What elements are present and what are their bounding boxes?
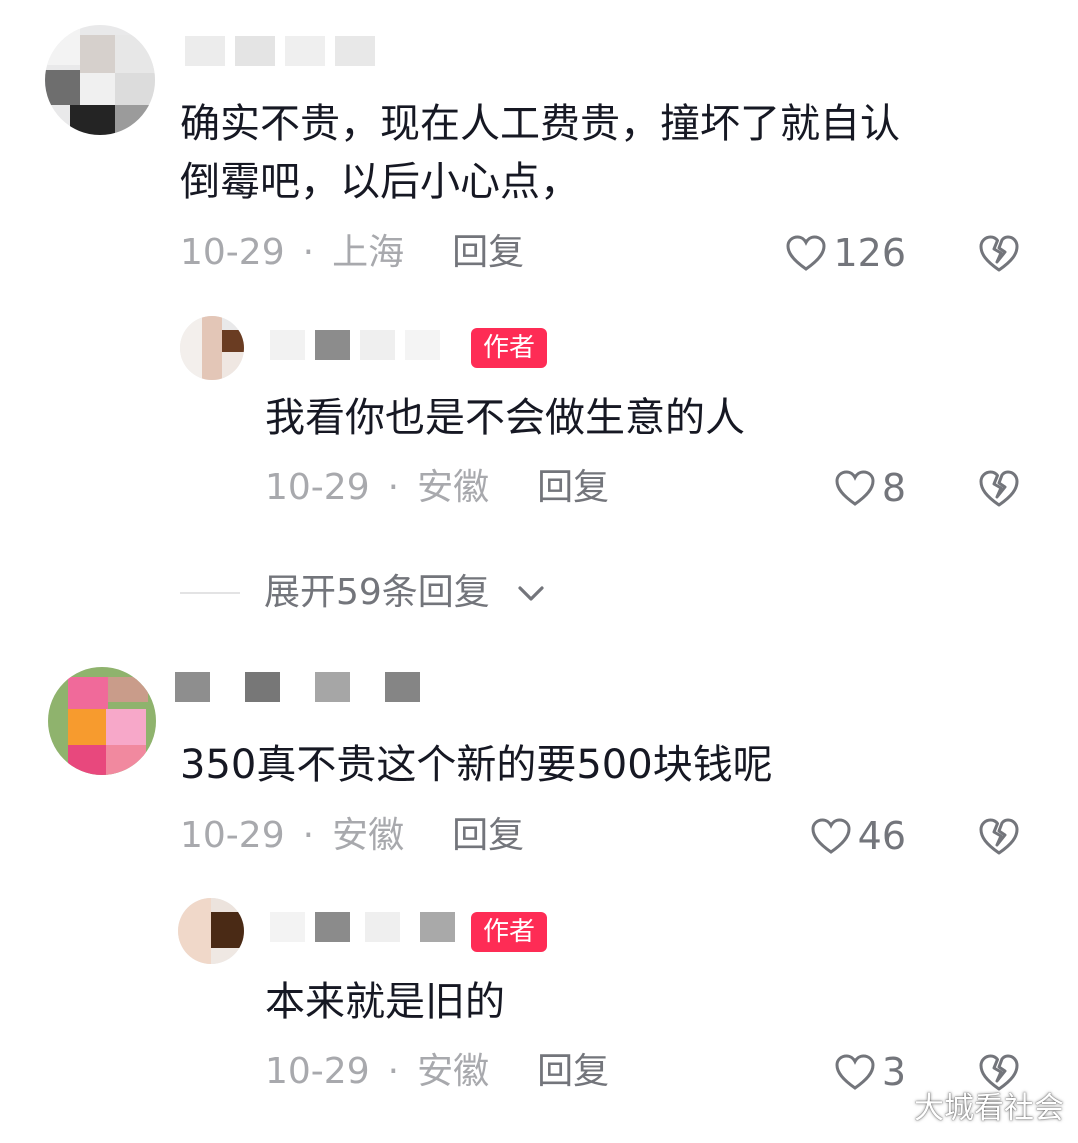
expand-replies-button[interactable]: 展开59条回复 <box>180 566 600 620</box>
expand-replies-label: 展开59条回复 <box>264 572 490 613</box>
like-count: 3 <box>881 1050 906 1094</box>
author-badge: 作者 <box>471 912 548 952</box>
reply-item: 作者 本来就是旧的 10-29 · 安徽 回复 3 <box>0 890 1078 1120</box>
avatar[interactable] <box>45 25 155 135</box>
comment-text: 确实不贵，现在人工费贵，撞坏了就自认 倒霉吧，以后小心点， <box>180 101 900 205</box>
comment-date: 10-29 <box>265 1051 370 1092</box>
heart-outline-icon <box>835 1054 875 1090</box>
comment-location: 上海 <box>332 232 405 273</box>
heart-outline-icon <box>811 818 851 854</box>
separator-dot: · <box>387 467 400 508</box>
comment-location: 安徽 <box>417 467 490 508</box>
reply-button[interactable]: 回复 <box>537 1047 609 1097</box>
chevron-down-icon <box>518 586 544 601</box>
author-avatar[interactable] <box>178 898 244 964</box>
comment-date: 10-29 <box>180 815 285 856</box>
comment-text: 本来就是旧的 <box>265 979 505 1025</box>
comment-meta: 10-29 · 安徽 回复 <box>265 463 609 513</box>
heart-outline-icon <box>835 470 875 506</box>
reply-item: 作者 我看你也是不会做生意的人 10-29 · 安徽 回复 8 <box>0 300 1078 530</box>
like-button[interactable]: 3 <box>834 1047 906 1097</box>
comment-meta: 10-29 · 上海 回复 <box>180 228 524 278</box>
author-avatar[interactable] <box>180 316 244 380</box>
watermark: 大城看社会 <box>914 1091 1064 1126</box>
separator-dot: · <box>302 232 315 273</box>
like-button[interactable]: 8 <box>834 463 906 513</box>
username-obscured[interactable] <box>270 912 460 942</box>
broken-heart-icon[interactable] <box>978 467 1020 509</box>
comment-text: 我看你也是不会做生意的人 <box>265 395 745 441</box>
comment-location: 安徽 <box>332 815 405 856</box>
comment-location: 安徽 <box>417 1051 490 1092</box>
broken-heart-icon[interactable] <box>978 815 1020 857</box>
separator-dot: · <box>387 1051 400 1092</box>
like-button[interactable]: 126 <box>785 228 906 278</box>
reply-button[interactable]: 回复 <box>452 811 524 861</box>
reply-button[interactable]: 回复 <box>452 228 524 278</box>
comment-date: 10-29 <box>180 232 285 273</box>
like-count: 8 <box>881 466 906 510</box>
broken-heart-icon[interactable] <box>978 232 1020 274</box>
like-button[interactable]: 46 <box>810 811 906 861</box>
heart-outline-icon <box>786 235 826 271</box>
comment-list: 确实不贵，现在人工费贵，撞坏了就自认 倒霉吧，以后小心点， 10-29 · 上海 回复… <box>0 0 1078 1143</box>
comment-text: 350真不贵这个新的要500块钱呢 <box>180 742 773 788</box>
comment-item: 确实不贵，现在人工费贵，撞坏了就自认 倒霉吧，以后小心点， 10-29 · 上海 回复… <box>0 0 1078 290</box>
comment-meta: 10-29 · 安徽 回复 <box>265 1047 609 1097</box>
reply-button[interactable]: 回复 <box>537 463 609 513</box>
comment-item: 350真不贵这个新的要500块钱呢 10-29 · 安徽 回复 46 <box>0 655 1078 885</box>
username-obscured[interactable] <box>270 330 460 360</box>
broken-heart-icon[interactable] <box>978 1051 1020 1093</box>
username-obscured[interactable] <box>175 672 425 702</box>
username-obscured[interactable] <box>185 36 385 66</box>
author-badge: 作者 <box>471 328 548 368</box>
like-count: 46 <box>857 814 906 858</box>
expand-divider <box>180 592 240 594</box>
separator-dot: · <box>302 815 315 856</box>
like-count: 126 <box>833 231 906 275</box>
avatar[interactable] <box>48 667 156 775</box>
comment-meta: 10-29 · 安徽 回复 <box>180 811 524 861</box>
comment-date: 10-29 <box>265 467 370 508</box>
